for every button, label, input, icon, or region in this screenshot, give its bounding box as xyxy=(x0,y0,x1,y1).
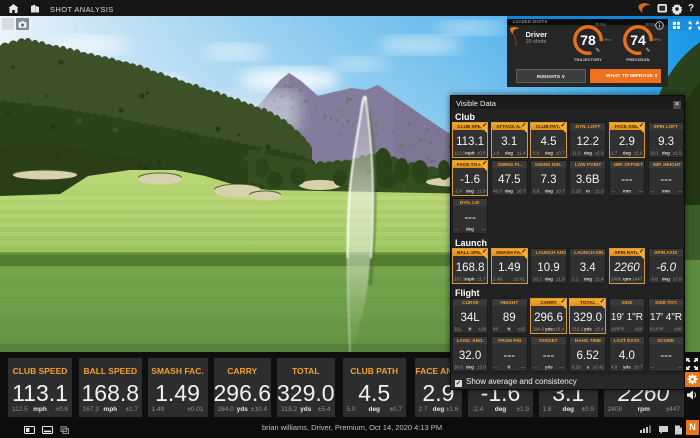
svg-text:28 imp: 28 imp xyxy=(595,23,606,27)
svg-text:+Pro: +Pro xyxy=(603,38,611,42)
svg-text:+Pro: +Pro xyxy=(653,38,661,42)
svg-text:TRAJECTORY: TRAJECTORY xyxy=(574,57,602,62)
svg-text:PRECISION: PRECISION xyxy=(626,57,649,62)
svg-text:74: 74 xyxy=(630,32,646,48)
svg-text:78: 78 xyxy=(580,32,596,48)
